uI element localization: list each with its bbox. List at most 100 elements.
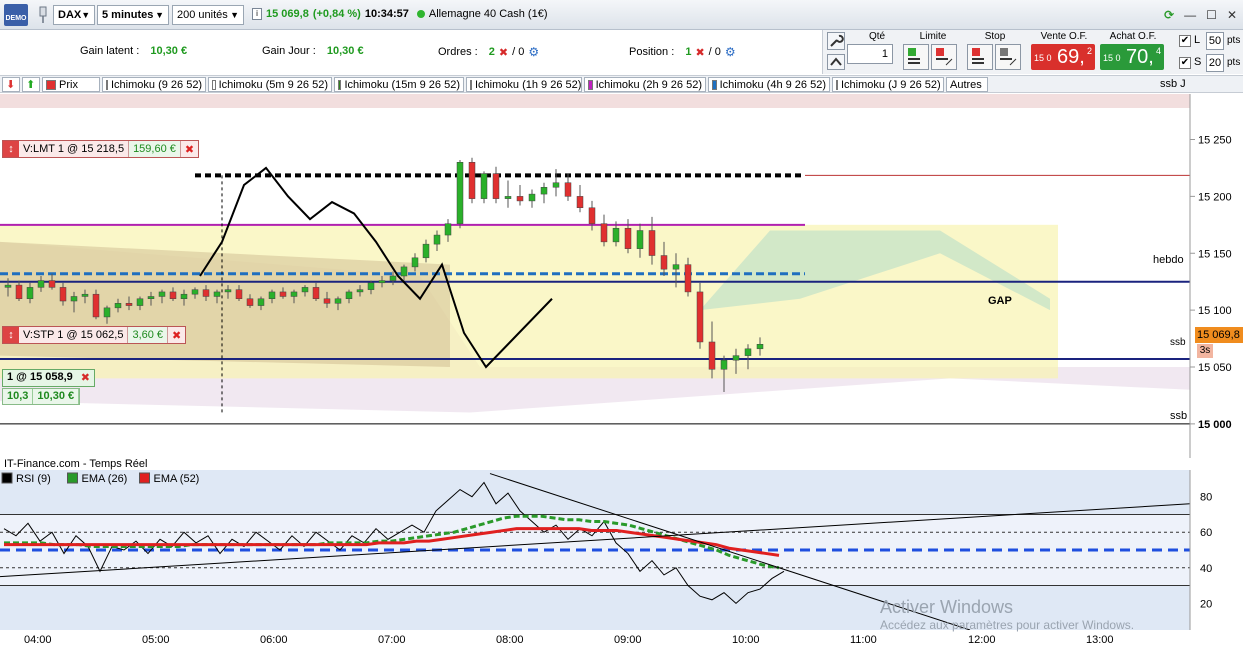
close-position-icon[interactable]: ✖ [695, 46, 704, 59]
legend-item[interactable]: Ichimoku (15m 9 26 52) [334, 77, 464, 92]
chevron-down-icon: ▼ [81, 10, 91, 20]
candle [158, 291, 166, 297]
x-tick-label: 07:00 [378, 634, 406, 646]
rsi-tick-label: 20 [1200, 598, 1212, 610]
last-price: 15 069,8 [266, 8, 309, 20]
candle [246, 298, 254, 306]
buy-button[interactable]: 15 0 70, 4 [1100, 44, 1164, 70]
countdown-tag: 3s [1197, 344, 1213, 358]
candle [26, 287, 34, 299]
cancel-stop-order-icon[interactable]: ✖ [168, 329, 185, 342]
gear-icon[interactable]: ⚙ [528, 45, 539, 59]
gain-jour-value: 10,30 € [326, 45, 364, 57]
legend-item[interactable]: Ichimoku (5m 9 26 52) [208, 77, 332, 92]
stop-checkbox[interactable]: ✔ [1179, 57, 1191, 69]
legend-item[interactable]: Ichimoku (9 26 52) [102, 77, 206, 92]
maximize-icon[interactable]: ☐ [1206, 8, 1217, 22]
candle [15, 284, 23, 300]
candle [290, 291, 298, 297]
info-icon[interactable]: i [252, 8, 262, 20]
rsi-legend-item: EMA (52) [139, 472, 200, 485]
position-gain: 10,3 10,30 € [2, 388, 81, 405]
candle [504, 196, 512, 199]
quantity-input[interactable]: 1 [847, 44, 893, 64]
candle [136, 298, 144, 306]
sell-stop-button[interactable] [995, 44, 1021, 70]
rsi-legend-item: RSI (9) [1, 472, 51, 485]
buy-sup: 4 [1155, 46, 1161, 56]
limit-points-input[interactable]: 50 [1206, 32, 1224, 50]
x-tick-label: 09:00 [614, 634, 642, 646]
minimize-icon[interactable]: — [1184, 8, 1196, 22]
down-arrow-icon[interactable]: ⬇ [2, 77, 20, 92]
candle [59, 287, 67, 302]
buy-label: Achat O.F. [1109, 31, 1157, 42]
legend-item[interactable]: Ichimoku (J 9 26 52) [832, 77, 944, 92]
chevron-up-icon[interactable] [827, 54, 845, 70]
legend-label: EMA (52) [154, 473, 200, 485]
stop-label: Stop [984, 31, 1006, 42]
position-info[interactable]: Position : 1 ✖ / 0 ⚙ [629, 45, 736, 59]
candle [345, 291, 353, 300]
order-arrow-icon: ↕ [3, 327, 19, 343]
data-source-label: IT-Finance.com - Temps Réel [4, 458, 148, 470]
candle [202, 289, 210, 297]
buy-limit-button[interactable] [903, 44, 929, 70]
candle [378, 280, 386, 284]
timeframe-select[interactable]: 5 minutes ▼ [97, 5, 169, 25]
cancel-limit-order-icon[interactable]: ✖ [181, 143, 198, 156]
close-icon[interactable]: ✕ [1227, 8, 1237, 22]
candle [433, 234, 441, 245]
hebdo-label: hebdo [1153, 254, 1184, 266]
position-tag[interactable]: 1 @ 15 058,9 ✖ [2, 369, 95, 387]
candle [37, 280, 45, 288]
candle [48, 280, 56, 288]
limit-order-value: 159,60 € [129, 141, 181, 157]
legend-item[interactable]: Prix [42, 77, 100, 92]
y-tick-label: 15 050 [1198, 362, 1232, 374]
chevron-down-icon: ▼ [155, 10, 164, 20]
close-orders-icon[interactable]: ✖ [499, 46, 508, 59]
orders-info[interactable]: Ordres : 2 ✖ / 0 ⚙ [438, 45, 539, 59]
buy-stop-button[interactable] [967, 44, 993, 70]
limit-order-tag[interactable]: ↕ V:LMT 1 @ 15 218,5 159,60 € ✖ [2, 140, 200, 158]
limit-checkbox[interactable]: ✔ [1179, 35, 1191, 47]
stop-points-input[interactable]: 20 [1206, 54, 1224, 72]
y-tick-label: 15 200 [1198, 191, 1232, 203]
market-open-icon [416, 10, 425, 18]
windows-watermark: Activer Windows Accédez aux paramètres p… [880, 597, 1134, 632]
wrench-icon[interactable] [827, 32, 845, 50]
l-label: L [1194, 34, 1201, 46]
legend-item[interactable]: Autres [946, 77, 988, 92]
instrument-select[interactable]: DAX ▼ [53, 5, 95, 25]
legend-item[interactable]: Ichimoku (4h 9 26 52) [708, 77, 830, 92]
candle [492, 173, 500, 199]
candle [612, 227, 620, 243]
legend-item[interactable]: Ichimoku (2h 9 26 52) [584, 77, 706, 92]
current-price-tag: 15 069,8 [1195, 327, 1243, 343]
indicator-legend: ⬇ ⬆ Prix Ichimoku (9 26 52) Ichimoku (5m 9… [0, 75, 1243, 93]
pin-icon[interactable] [36, 6, 50, 24]
stop-order-tag[interactable]: ↕ V:STP 1 @ 15 062,5 3,60 € ✖ [2, 326, 187, 344]
candle [444, 223, 452, 236]
x-tick-label: 05:00 [142, 634, 170, 646]
ssb-label: ssb [1170, 337, 1186, 348]
legend-label: Ichimoku (1h 9 26 52) [475, 78, 582, 91]
candle [389, 275, 397, 281]
legend-swatch [67, 472, 78, 484]
x-tick-label: 04:00 [24, 634, 52, 646]
units-select[interactable]: 200 unités ▼ [172, 5, 244, 25]
candle [564, 182, 572, 197]
candle [70, 296, 78, 302]
gear-icon[interactable]: ⚙ [725, 45, 736, 59]
sell-limit-button[interactable] [931, 44, 957, 70]
candle [660, 255, 668, 270]
x-tick-label: 10:00 [732, 634, 760, 646]
sell-button[interactable]: 15 0 69, 2 [1031, 44, 1095, 70]
close-position-icon[interactable]: ✖ [77, 370, 94, 386]
up-arrow-icon[interactable]: ⬆ [22, 77, 40, 92]
legend-item[interactable]: Ichimoku (1h 9 26 52) [466, 77, 582, 92]
gain-latent-label: Gain latent : [80, 45, 140, 57]
legend-swatch [46, 79, 56, 90]
refresh-icon[interactable]: ⟳ [1164, 8, 1174, 22]
